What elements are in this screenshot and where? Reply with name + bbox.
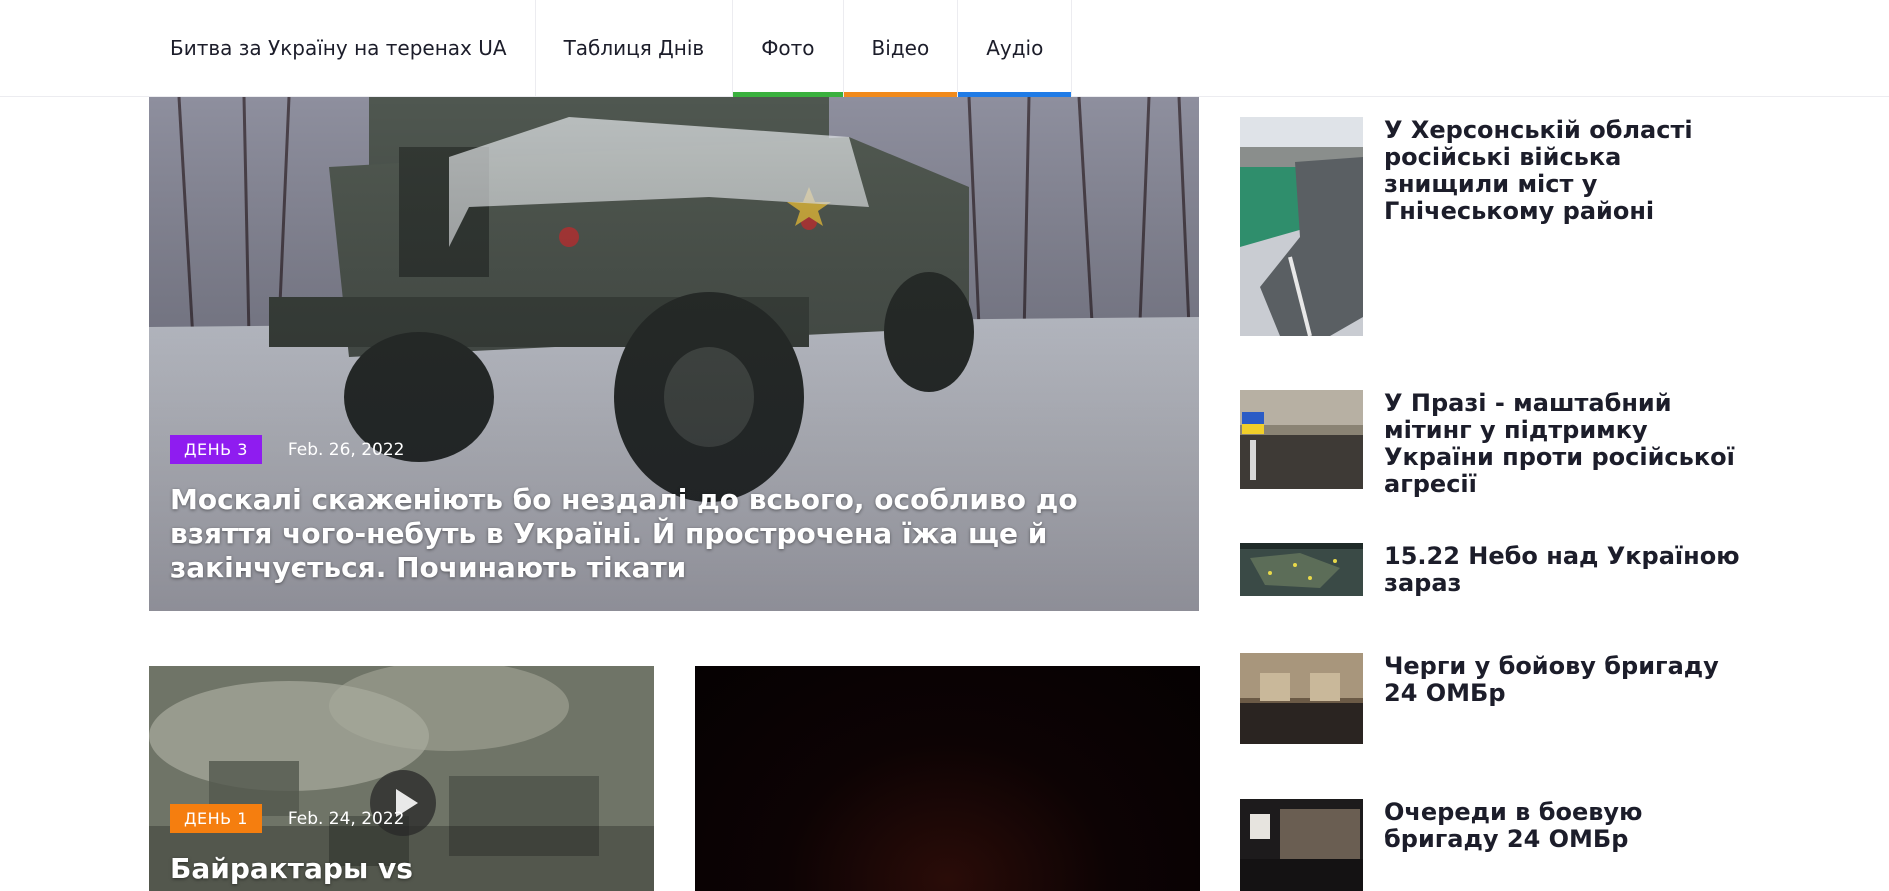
sidebar-article[interactable]: Черги у бойову бригаду 24 ОМБр <box>1240 653 1744 744</box>
article-thumbnail <box>1240 390 1363 489</box>
nav-item-video[interactable]: Відео <box>843 0 959 97</box>
article-thumbnail <box>1240 543 1363 596</box>
publish-date: Feb. 26, 2022 <box>287 439 405 460</box>
nav-item-audio[interactable]: Аудіо <box>958 0 1073 97</box>
nav-item-days-table[interactable]: Таблиця Днів <box>536 0 734 96</box>
nav-item-photo[interactable]: Фото <box>733 0 844 97</box>
article-thumbnail <box>1240 653 1363 744</box>
sidebar-article-title[interactable]: У Херсонській області російські війська … <box>1384 117 1744 336</box>
sidebar-article[interactable]: Очереди в боевую бригаду 24 ОМБр <box>1240 799 1744 891</box>
featured-meta: ДЕНЬ 3 Feb. 26, 2022 <box>170 435 405 464</box>
card-title[interactable]: Байрактары vs <box>170 852 413 885</box>
card-image <box>695 666 1200 891</box>
nav-item-battle[interactable]: Битва за Україну на теренах UA <box>142 0 536 96</box>
featured-title[interactable]: Москалі скаженіють бо нездалі до всього,… <box>170 483 1170 585</box>
nav-accent-bar <box>843 92 958 97</box>
sidebar-article[interactable]: У Празі - маштабний мітинг у підтримку У… <box>1240 390 1744 498</box>
card-meta: ДЕНЬ 1 Feb. 24, 2022 <box>170 804 405 833</box>
nav-item-label: Відео <box>871 36 930 60</box>
nav-item-label: Таблиця Днів <box>563 36 705 60</box>
sidebar-article-title[interactable]: Черги у бойову бригаду 24 ОМБр <box>1384 653 1744 744</box>
nav-item-label: Фото <box>761 36 815 60</box>
nav-item-label: Аудіо <box>986 36 1044 60</box>
article-thumbnail <box>1240 117 1363 336</box>
day-badge[interactable]: ДЕНЬ 3 <box>170 435 262 464</box>
sidebar-article-title[interactable]: 15.22 Небо над Україною зараз <box>1384 543 1744 597</box>
day-badge[interactable]: ДЕНЬ 1 <box>170 804 262 833</box>
publish-date: Feb. 24, 2022 <box>287 808 405 829</box>
top-navigation: Битва за Україну на теренах UA Таблиця Д… <box>0 0 1889 97</box>
nav-menu: Битва за Україну на теренах UA Таблиця Д… <box>142 0 1073 97</box>
nav-item-label: Битва за Україну на теренах UA <box>170 36 507 60</box>
article-card[interactable]: ДЕНЬ 1 Feb. 24, 2022 Байрактары vs <box>149 666 654 891</box>
article-card[interactable] <box>695 666 1200 891</box>
article-thumbnail <box>1240 799 1363 891</box>
sidebar-article-title[interactable]: Очереди в боевую бригаду 24 ОМБр <box>1384 799 1744 891</box>
sidebar-article-title[interactable]: У Празі - маштабний мітинг у підтримку У… <box>1384 390 1744 498</box>
sidebar-article[interactable]: У Херсонській області російські війська … <box>1240 117 1744 336</box>
featured-article[interactable]: ДЕНЬ 3 Feb. 26, 2022 Москалі скаженіють … <box>149 97 1199 611</box>
nav-accent-bar <box>958 92 1072 97</box>
sidebar-article[interactable]: 15.22 Небо над Україною зараз <box>1240 543 1744 597</box>
nav-accent-bar <box>733 92 843 97</box>
